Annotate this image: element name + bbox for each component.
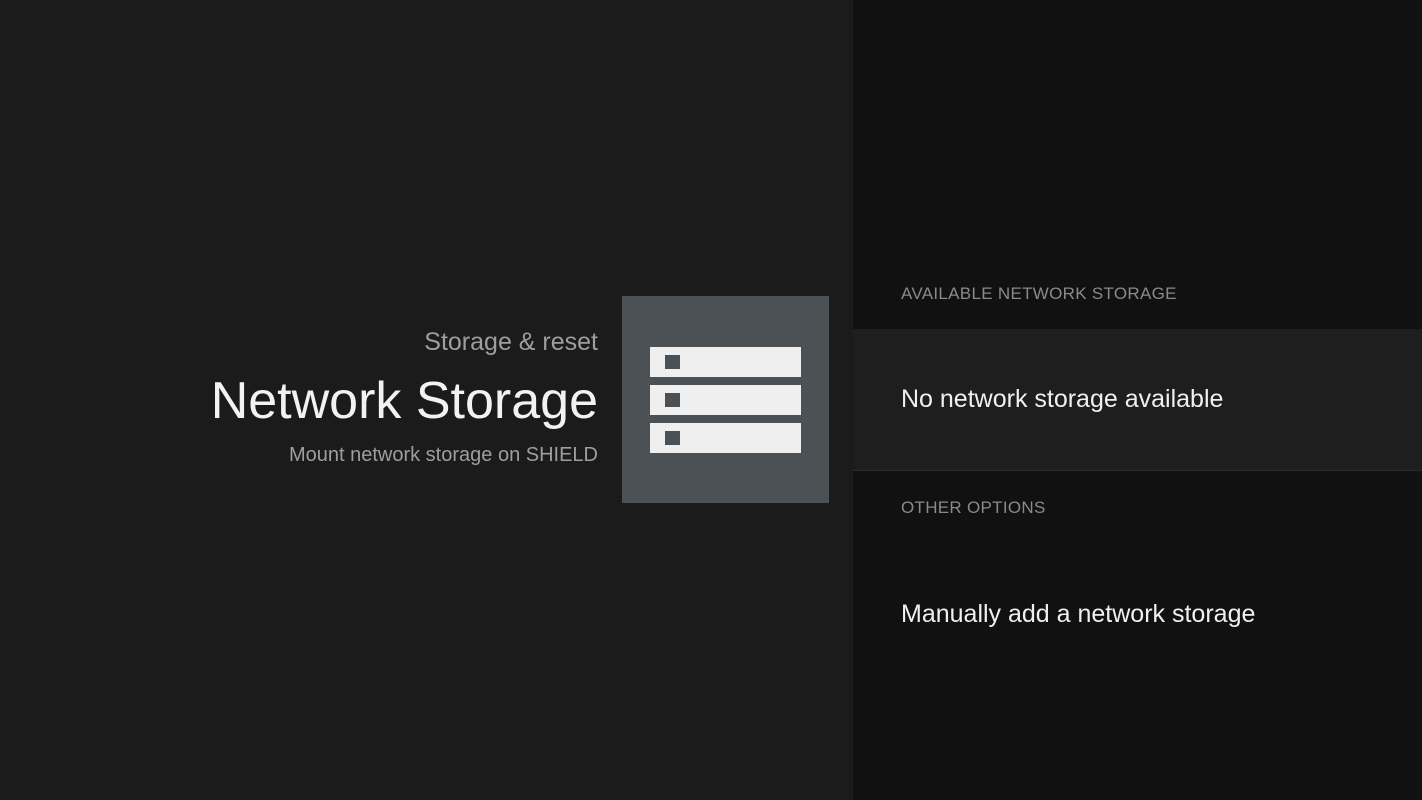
network-storage-icon-tile	[622, 296, 829, 503]
section-header-available-network-storage: AVAILABLE NETWORK STORAGE	[901, 284, 1177, 303]
list-item-no-network-storage[interactable]: No network storage available	[853, 329, 1422, 471]
list-item-manually-add-network-storage[interactable]: Manually add a network storage	[853, 543, 1422, 685]
network-storage-icon	[650, 347, 801, 453]
list-item-label: Manually add a network storage	[901, 599, 1256, 628]
breadcrumb: Storage & reset	[424, 328, 598, 356]
page-title: Network Storage	[210, 372, 598, 430]
page-description: Mount network storage on SHIELD	[288, 444, 598, 466]
list-item-label: No network storage available	[901, 385, 1224, 413]
right-pane: AVAILABLE NETWORK STORAGE No network sto…	[853, 0, 1422, 800]
left-pane: Storage & reset Network Storage Mount ne…	[0, 0, 853, 800]
section-header-other-options: OTHER OPTIONS	[901, 498, 1046, 517]
